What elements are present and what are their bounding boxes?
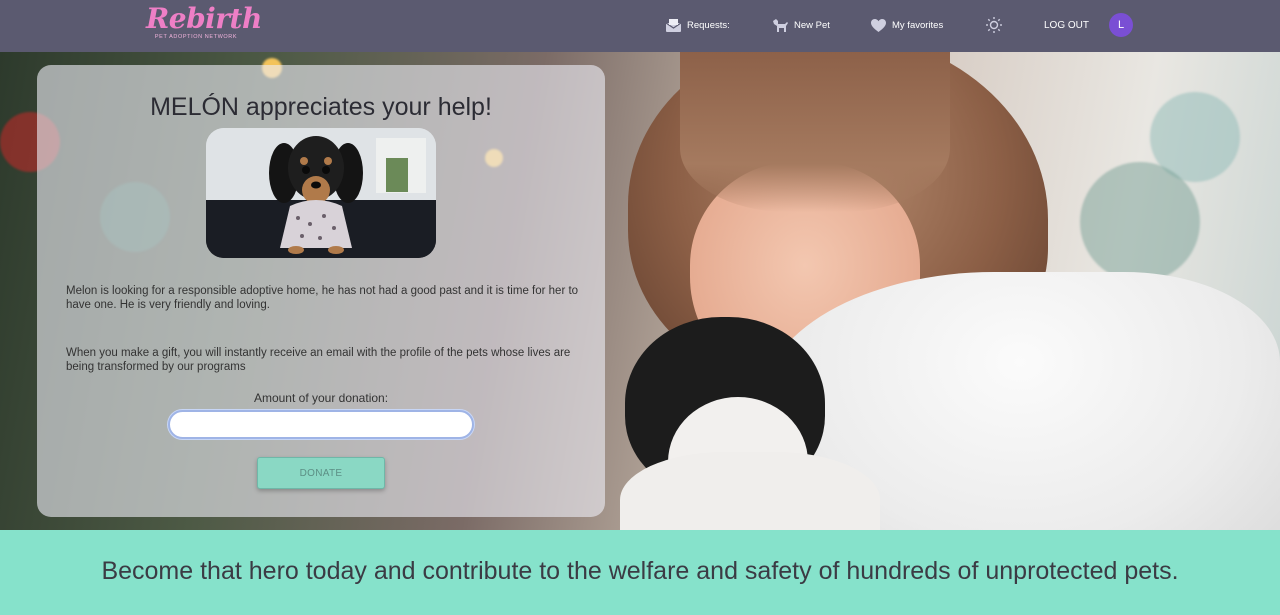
dachshund-puppy-photo (206, 128, 436, 258)
nav-requests-label: Requests: (687, 19, 730, 31)
donation-card: MELÓN appreciates your help! Melon is lo… (37, 65, 605, 517)
donation-amount-input[interactable] (168, 410, 474, 439)
hero-banner: Become that hero today and contribute to… (0, 530, 1280, 615)
pet-photo (206, 128, 436, 258)
sun-icon (986, 17, 1002, 33)
brand-logo[interactable]: Rebirth PET ADOPTION NETWORK (146, 2, 262, 48)
nav-new-pet[interactable]: New Pet (771, 14, 830, 36)
user-avatar[interactable]: L (1109, 13, 1133, 37)
brand-name: Rebirth (146, 2, 262, 35)
pet-description: Melon is looking for a responsible adopt… (66, 285, 579, 311)
donate-button[interactable]: DONATE (257, 457, 385, 489)
brand-tagline: PET ADOPTION NETWORK (154, 34, 238, 40)
girl-bangs (680, 52, 950, 212)
theme-toggle[interactable] (985, 14, 1008, 36)
donation-amount-label: Amount of your donation: (253, 391, 389, 405)
card-title: MELÓN appreciates your help! (150, 93, 492, 121)
nav-requests[interactable]: Requests: (665, 14, 730, 36)
nav-new-pet-label: New Pet (794, 19, 830, 31)
envelope-icon (665, 18, 682, 32)
logout-button[interactable]: LOG OUT (1044, 14, 1089, 36)
bokeh-light (1080, 162, 1200, 282)
nav-my-favorites[interactable]: My favorites (870, 14, 943, 36)
dog-icon (773, 18, 788, 32)
gift-info-text: When you make a gift, you will instantly… (66, 347, 571, 373)
cat-body (620, 452, 880, 530)
heart-icon (871, 18, 886, 32)
banner-text: Become that hero today and contribute to… (101, 557, 1179, 585)
nav-favorites-label: My favorites (892, 19, 944, 31)
top-navbar: Rebirth PET ADOPTION NETWORK Requests: N… (0, 0, 1280, 52)
